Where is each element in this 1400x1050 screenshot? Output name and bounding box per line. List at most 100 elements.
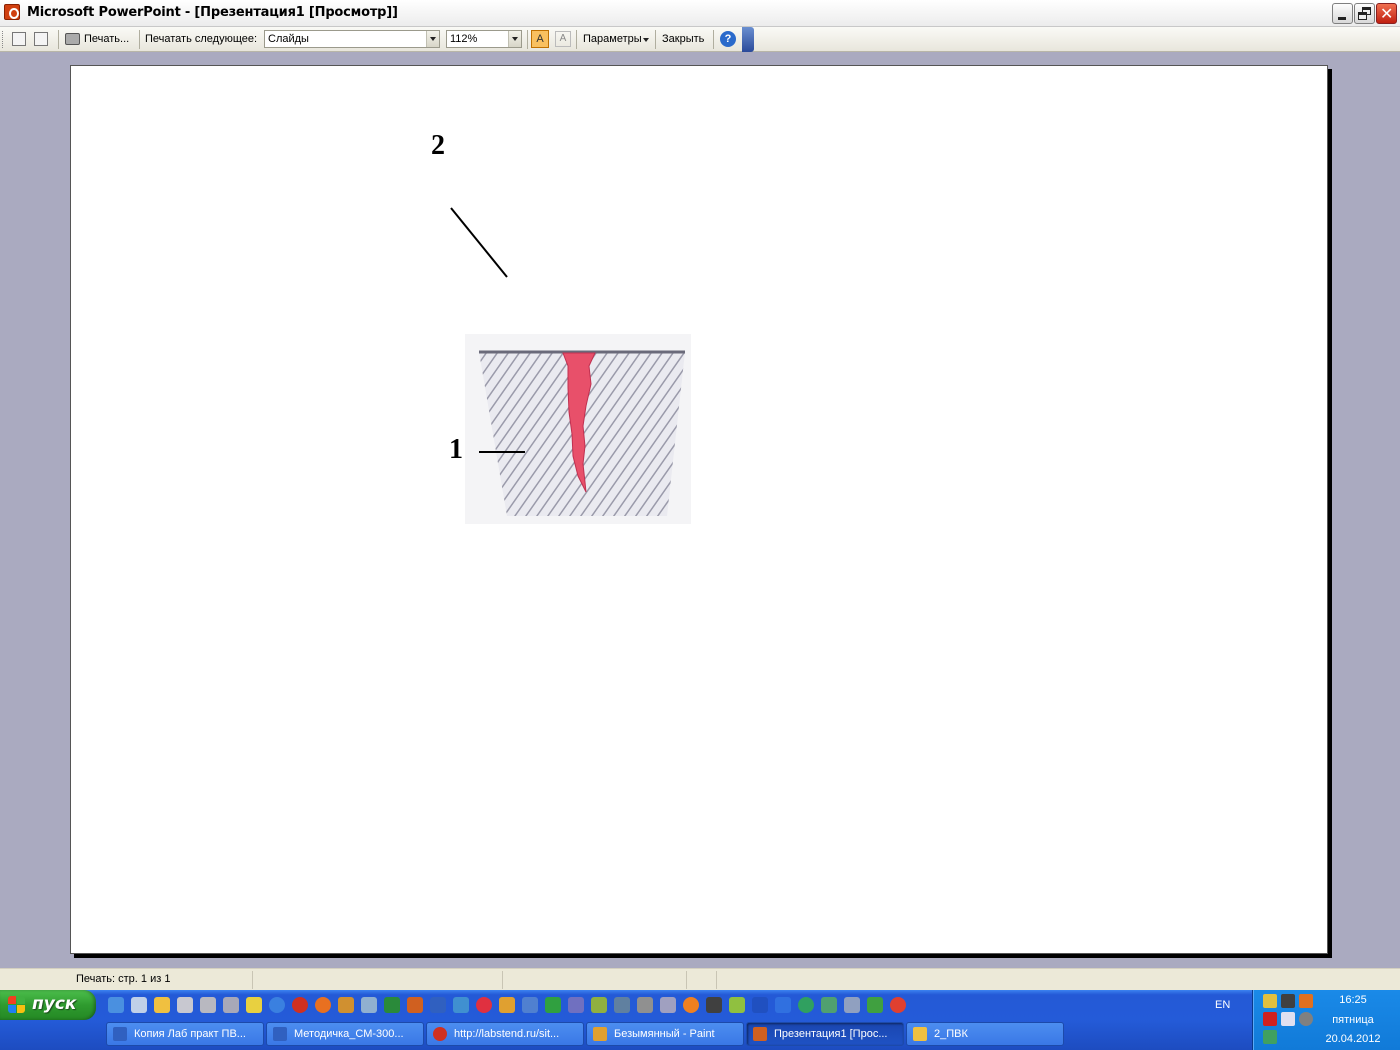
app-icon[interactable] [775,997,791,1013]
drive-icon[interactable] [177,997,193,1013]
task-button[interactable]: Методичка_СМ-300... [266,1022,424,1046]
status-bar: Печать: стр. 1 из 1 [0,968,1400,990]
status-cell [686,971,716,989]
language-indicator[interactable]: EN [1215,999,1230,1011]
toolbar-separator [527,30,528,49]
app-icon[interactable] [568,997,584,1013]
zoom-select[interactable]: 112% [446,30,522,48]
app-icon[interactable] [660,997,676,1013]
options-button[interactable]: Параметры [580,30,652,49]
toolbar-separator [713,30,714,49]
folder-icon [913,1027,927,1041]
window-title: Microsoft PowerPoint - [Презентация1 [Пр… [27,5,398,20]
powerpoint-icon[interactable] [4,4,20,20]
acrobat-icon[interactable] [1263,1012,1277,1026]
status-page-text: Печать: стр. 1 из 1 [76,973,171,985]
powerpoint-icon[interactable] [407,997,423,1013]
tray-icon[interactable] [1281,1012,1295,1026]
app-icon[interactable] [637,997,653,1013]
drive-icon[interactable] [200,997,216,1013]
paint-icon [593,1027,607,1041]
word-icon[interactable] [430,997,446,1013]
chevron-down-icon[interactable] [426,31,439,47]
toolbar-separator [139,30,140,49]
color-view-button[interactable]: A [531,30,549,48]
clock-time[interactable]: 16:25 [1313,994,1393,1006]
calculator-icon[interactable] [706,997,722,1013]
print-what-value: Слайды [268,33,309,45]
close-preview-button[interactable]: Закрыть [659,30,709,49]
system-tray: 16:25 пятница 20.04.2012 [1252,990,1400,1050]
app-icon[interactable] [798,997,814,1013]
app-icon[interactable] [683,997,699,1013]
start-label: пуск [32,994,77,1014]
toolbar-grip[interactable] [2,31,5,48]
options-label: Параметры [583,33,642,45]
app-icon[interactable] [729,997,745,1013]
clock-day: пятница [1332,1014,1374,1026]
toolbar-separator [655,30,656,49]
task-button[interactable]: 2_ПВК [906,1022,1064,1046]
task-button[interactable]: http://labstend.ru/sit... [426,1022,584,1046]
notepad-icon[interactable] [361,997,377,1013]
start-button[interactable]: пуск [0,990,96,1020]
close-icon: ✕ [1380,4,1394,23]
app-icon[interactable] [867,997,883,1013]
app-icon[interactable] [821,997,837,1013]
firefox-icon[interactable] [315,997,331,1013]
tray-icon[interactable] [1299,994,1313,1008]
app-icon[interactable] [752,997,768,1013]
app-icon[interactable] [522,997,538,1013]
app-icon[interactable] [545,997,561,1013]
task-label: Безымянный - Paint [614,1028,715,1040]
next-page-icon[interactable] [34,32,48,46]
folder-icon[interactable] [154,997,170,1013]
task-button-active[interactable]: Презентация1 [Прос... [746,1022,904,1046]
app-icon[interactable] [591,997,607,1013]
grayscale-view-button[interactable]: A [555,31,571,47]
tool-icon[interactable] [338,997,354,1013]
network-icon[interactable] [1263,1030,1277,1044]
minimize-button[interactable] [1332,3,1353,24]
far-manager-icon[interactable] [246,997,262,1013]
chrome-icon[interactable] [890,997,906,1013]
previous-page-icon[interactable] [12,32,26,46]
tray-icon[interactable] [1281,994,1295,1008]
title-bar: Microsoft PowerPoint - [Презентация1 [Пр… [0,0,1400,27]
help-icon[interactable]: ? [720,31,736,47]
print-what-select[interactable]: Слайды [264,30,440,48]
weld-diagram [450,207,691,524]
toolbar-options-chevron[interactable] [742,27,754,52]
logo-yellow [17,1005,25,1013]
chevron-down-icon [643,38,649,42]
task-button[interactable]: Безымянный - Paint [586,1022,744,1046]
computer-icon[interactable] [131,997,147,1013]
paint-icon[interactable] [499,997,515,1013]
toolbar-separator [576,30,577,49]
task-label: Методичка_СМ-300... [294,1028,404,1040]
excel-icon[interactable] [384,997,400,1013]
restore-button[interactable] [1354,3,1375,24]
minimize-icon [1338,17,1346,20]
drive-icon[interactable] [223,997,239,1013]
internet-explorer-icon[interactable] [269,997,285,1013]
app-icon[interactable] [844,997,860,1013]
app-icon[interactable] [614,997,630,1013]
logo-red [8,996,16,1004]
windows-logo-icon [8,996,26,1014]
task-label: http://labstend.ru/sit... [454,1028,560,1040]
clock-date: 20.04.2012 [1325,1033,1381,1045]
task-button[interactable]: Копия Лаб практ ПВ... [106,1022,264,1046]
restore-icon-back [1358,12,1367,20]
opera-icon[interactable] [292,997,308,1013]
close-window-button[interactable]: ✕ [1376,3,1397,24]
word-icon [273,1027,287,1041]
app-icon[interactable] [476,997,492,1013]
chevron-down-icon[interactable] [508,31,521,47]
tray-icon[interactable] [1263,994,1277,1008]
tray-icon[interactable] [1299,1012,1313,1026]
powerpoint-icon [753,1027,767,1041]
print-button[interactable]: Печать... [62,30,134,49]
show-desktop-icon[interactable] [108,997,124,1013]
document-icon[interactable] [453,997,469,1013]
